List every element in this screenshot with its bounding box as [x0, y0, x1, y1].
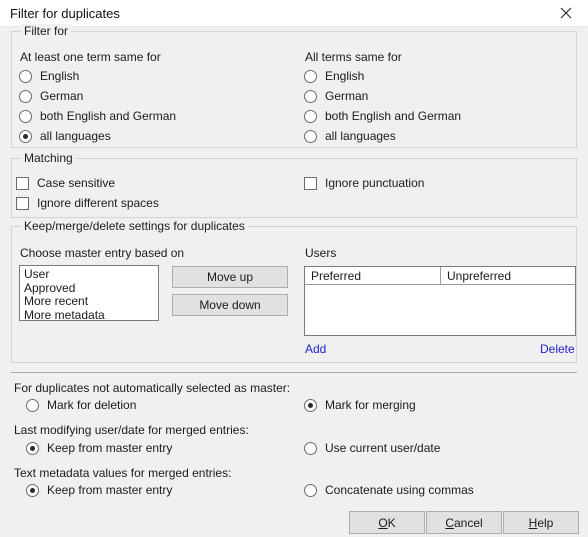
- radio-label: Keep from master entry: [47, 483, 173, 497]
- checkbox-label: Ignore different spaces: [37, 196, 159, 210]
- master-entry-listbox[interactable]: User Approved More recent More metadata: [19, 265, 159, 321]
- ok-button[interactable]: OK: [349, 511, 425, 534]
- duplicates-not-master-heading: For duplicates not automatically selecte…: [14, 381, 291, 395]
- radio-indicator-icon: [304, 483, 317, 497]
- radio-allterms-all-languages[interactable]: all languages: [304, 129, 396, 143]
- users-table-body[interactable]: [305, 285, 575, 335]
- checkbox-ignore-different-spaces[interactable]: Ignore different spaces: [16, 196, 159, 210]
- checkbox-indicator-icon: [16, 196, 29, 210]
- radio-indicator-icon: [26, 441, 39, 455]
- list-item[interactable]: User: [24, 267, 158, 282]
- checkbox-ignore-punctuation[interactable]: Ignore punctuation: [304, 176, 424, 190]
- column-header-unpreferred[interactable]: Unpreferred: [441, 267, 575, 284]
- group-keep-merge-delete-title: Keep/merge/delete settings for duplicate…: [21, 219, 248, 233]
- radio-mark-for-merging[interactable]: Mark for merging: [304, 398, 416, 412]
- radio-textmeta-concatenate[interactable]: Concatenate using commas: [304, 483, 474, 497]
- add-user-link[interactable]: Add: [305, 342, 326, 356]
- radio-indicator-icon: [19, 69, 32, 83]
- section-divider: [11, 372, 577, 373]
- radio-label: Mark for deletion: [47, 398, 137, 412]
- text-metadata-heading: Text metadata values for merged entries:: [14, 466, 232, 480]
- radio-label: both English and German: [325, 109, 462, 123]
- radio-label: English: [325, 69, 365, 83]
- radio-label: Keep from master entry: [47, 441, 173, 455]
- cancel-button-label: Cancel: [445, 515, 483, 530]
- radio-lastmod-use-current[interactable]: Use current user/date: [304, 441, 440, 455]
- all-terms-same-heading: All terms same for: [305, 50, 402, 64]
- close-button[interactable]: [544, 0, 588, 26]
- radio-label: German: [325, 89, 369, 103]
- checkbox-indicator-icon: [16, 176, 29, 190]
- checkbox-case-sensitive[interactable]: Case sensitive: [16, 176, 115, 190]
- radio-atleast-english[interactable]: English: [19, 69, 79, 83]
- title-bar: Filter for duplicates: [0, 0, 588, 27]
- radio-label: English: [40, 69, 80, 83]
- radio-atleast-german[interactable]: German: [19, 89, 83, 103]
- radio-textmeta-keep-from-master[interactable]: Keep from master entry: [26, 483, 172, 497]
- close-icon: [560, 7, 572, 19]
- column-header-preferred[interactable]: Preferred: [305, 267, 441, 284]
- radio-indicator-icon: [304, 398, 317, 412]
- radio-mark-for-deletion[interactable]: Mark for deletion: [26, 398, 136, 412]
- radio-label: German: [40, 89, 84, 103]
- radio-indicator-icon: [304, 69, 317, 83]
- group-matching-title: Matching: [21, 151, 76, 165]
- choose-master-entry-label: Choose master entry based on: [20, 246, 185, 260]
- radio-indicator-icon: [19, 129, 32, 143]
- radio-label: Mark for merging: [325, 398, 416, 412]
- radio-label: all languages: [40, 129, 111, 143]
- group-filter-for-title: Filter for: [21, 24, 72, 38]
- delete-user-link[interactable]: Delete: [540, 342, 575, 356]
- radio-indicator-icon: [304, 109, 317, 123]
- last-modifying-heading: Last modifying user/date for merged entr…: [14, 423, 249, 437]
- ok-button-label: OK: [378, 515, 396, 530]
- radio-indicator-icon: [19, 109, 32, 123]
- radio-allterms-german[interactable]: German: [304, 89, 368, 103]
- list-item[interactable]: More recent: [24, 294, 158, 309]
- radio-indicator-icon: [19, 89, 32, 103]
- radio-allterms-both[interactable]: both English and German: [304, 109, 461, 123]
- radio-indicator-icon: [26, 483, 39, 497]
- radio-indicator-icon: [26, 398, 39, 412]
- move-down-button[interactable]: Move down: [172, 294, 288, 316]
- at-least-one-term-heading: At least one term same for: [20, 50, 161, 64]
- checkbox-label: Case sensitive: [37, 176, 116, 190]
- help-button[interactable]: Help: [503, 511, 579, 534]
- move-up-button[interactable]: Move up: [172, 266, 288, 288]
- radio-indicator-icon: [304, 129, 317, 143]
- radio-label: all languages: [325, 129, 396, 143]
- users-label: Users: [305, 246, 337, 260]
- cancel-button[interactable]: Cancel: [426, 511, 502, 534]
- users-table-header: Preferred Unpreferred: [305, 267, 575, 285]
- radio-indicator-icon: [304, 89, 317, 103]
- window-title: Filter for duplicates: [10, 6, 120, 21]
- radio-allterms-english[interactable]: English: [304, 69, 364, 83]
- radio-label: Use current user/date: [325, 441, 441, 455]
- radio-atleast-both[interactable]: both English and German: [19, 109, 176, 123]
- users-table[interactable]: Preferred Unpreferred: [304, 266, 576, 336]
- radio-atleast-all-languages[interactable]: all languages: [19, 129, 111, 143]
- radio-indicator-icon: [304, 441, 317, 455]
- radio-label: both English and German: [40, 109, 177, 123]
- radio-lastmod-keep-from-master[interactable]: Keep from master entry: [26, 441, 172, 455]
- radio-label: Concatenate using commas: [325, 483, 474, 497]
- list-item[interactable]: More metadata: [24, 308, 158, 320]
- checkbox-label: Ignore punctuation: [325, 176, 425, 190]
- checkbox-indicator-icon: [304, 176, 317, 190]
- help-button-label: Help: [528, 515, 554, 530]
- list-item[interactable]: Approved: [24, 281, 158, 296]
